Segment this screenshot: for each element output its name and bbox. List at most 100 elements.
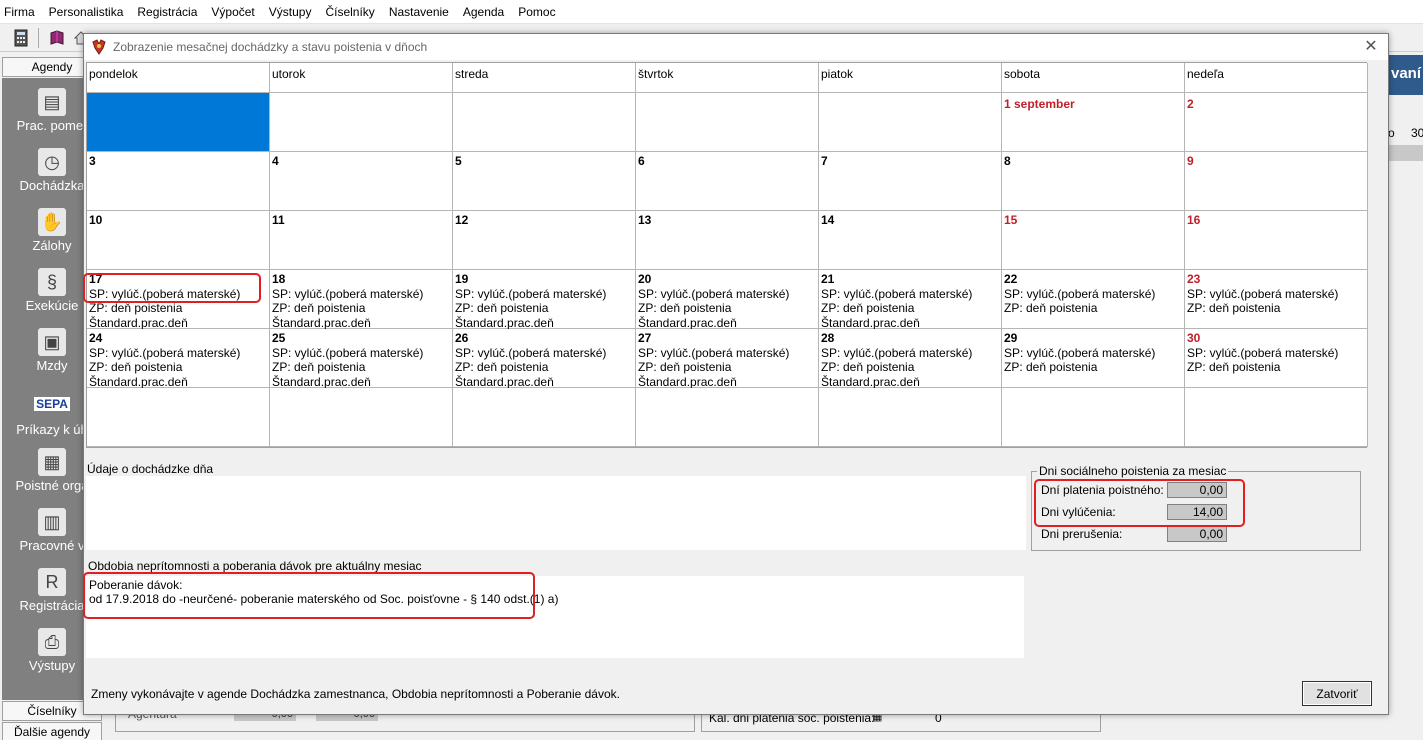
background-strip [1388, 145, 1423, 161]
day-status-line: ZP: deň poistenia [821, 301, 915, 315]
sepa-badge: SEPA [34, 397, 70, 411]
menu-item-2[interactable]: Registrácia [137, 5, 197, 19]
calendar-day-cell[interactable]: 3 [87, 152, 270, 211]
close-icon[interactable]: ✕ [1362, 37, 1380, 55]
calendar-day-cell[interactable] [819, 93, 1002, 152]
calendar-day-cell[interactable]: 8 [1002, 152, 1185, 211]
day-number: 3 [89, 154, 96, 168]
background-header: vaní [1388, 55, 1423, 95]
calendar-day-cell[interactable] [819, 388, 1002, 447]
calendar-day-cell[interactable]: 9 [1185, 152, 1368, 211]
menu-item-3[interactable]: Výpočet [211, 5, 254, 19]
day-status-line: ZP: deň poistenia [821, 360, 915, 374]
calendar-day-cell[interactable]: 4 [270, 152, 453, 211]
calendar-day-cell[interactable]: 27 SP: vylúč.(poberá materské) ZP: deň poi… [636, 329, 819, 389]
calendar-day-cell[interactable]: 30 SP: vylúč.(poberá materské) ZP: deň poi… [1185, 329, 1368, 388]
calendar-day-cell[interactable] [87, 388, 270, 447]
calendar-day-cell[interactable]: 29 SP: vylúč.(poberá materské) ZP: deň poi… [1002, 329, 1185, 388]
work-icon: ▥ [38, 508, 66, 536]
day-number: 9 [1187, 154, 1194, 168]
day-status-line: SP: vylúč.(poberá materské) [638, 286, 790, 301]
calendar-day-cell[interactable]: 13 [636, 211, 819, 270]
calendar-day-cell[interactable]: 16 [1185, 211, 1368, 270]
menu-item-7[interactable]: Agenda [463, 5, 504, 19]
menu-item-4[interactable]: Výstupy [269, 5, 312, 19]
day-number: 2 [1187, 97, 1194, 111]
calendar-day-cell[interactable] [1185, 388, 1368, 447]
day-number: 22 [1004, 272, 1018, 286]
execution-icon: § [38, 268, 66, 296]
weekday-header: streda [453, 63, 636, 93]
day-status-line: ZP: deň poistenia [638, 360, 732, 374]
sidebar: Agendy ▤ Prac. pomer ◷ Dochádzka ✋ Zálohy § Exe… [0, 52, 102, 740]
menu-item-0[interactable]: Firma [4, 5, 35, 19]
day-number: 19 [455, 272, 469, 286]
calendar-day-cell[interactable]: 22 SP: vylúč.(poberá materské) ZP: deň poi… [1002, 270, 1185, 329]
menu-item-8[interactable]: Pomoc [518, 5, 555, 19]
calendar-day-cell[interactable]: 2 [1185, 93, 1368, 152]
day-number: 20 [638, 272, 652, 286]
day-status-line: ZP: deň poistenia [638, 301, 732, 315]
day-status-line: Štandard.prac.deň [272, 374, 371, 389]
registration-icon: R [38, 568, 66, 596]
calendar-day-cell[interactable]: 26 SP: vylúč.(poberá materské) ZP: deň poi… [453, 329, 636, 389]
calendar-day-cell[interactable]: 5 [453, 152, 636, 211]
day-status-line: Štandard.prac.deň [89, 315, 188, 330]
calculator-icon[interactable] [10, 27, 32, 49]
calendar-day-cell[interactable] [636, 93, 819, 152]
day-number: 4 [272, 154, 279, 168]
menu-item-5[interactable]: Číselníky [325, 5, 374, 19]
menu-item-1[interactable]: Personalistika [49, 5, 124, 19]
calendar-day-cell[interactable]: 21 SP: vylúč.(poberá materské) ZP: deň poi… [819, 270, 1002, 330]
month-calendar: pondelok utorok streda štvrtok piatok sobota n… [86, 62, 1368, 448]
day-number: 7 [821, 154, 828, 168]
day-status-line: ZP: deň poistenia [1004, 301, 1098, 315]
calendar-day-cell[interactable]: 18 SP: vylúč.(poberá materské) ZP: deň poi… [270, 270, 453, 330]
day-number: 8 [1004, 154, 1011, 168]
calendar-day-cell[interactable]: 19 SP: vylúč.(poberá materské) ZP: deň poi… [453, 270, 636, 330]
calendar-day-cell[interactable]: 14 [819, 211, 1002, 270]
calendar-day-cell[interactable]: 12 [453, 211, 636, 270]
menu-item-6[interactable]: Nastavenie [389, 5, 449, 19]
day-status-line: Štandard.prac.deň [638, 315, 737, 330]
calendar-day-cell[interactable]: 23 SP: vylúč.(poberá materské) ZP: deň poi… [1185, 270, 1368, 329]
calendar-day-cell[interactable] [1002, 388, 1185, 447]
book-icon[interactable] [46, 27, 68, 49]
calendar-day-cell[interactable] [636, 388, 819, 447]
calendar-day-cell[interactable]: 28 SP: vylúč.(poberá materské) ZP: deň poi… [819, 329, 1002, 389]
calendar-day-cell[interactable]: 10 [87, 211, 270, 270]
close-button[interactable]: Zatvoriť [1302, 681, 1372, 706]
day-number: 15 [1004, 213, 1018, 227]
dialog-titlebar[interactable]: Zobrazenie mesačnej dochádzky a stavu po… [84, 34, 1388, 60]
day-number: 26 [455, 331, 469, 345]
attendance-dialog: Zobrazenie mesačnej dochádzky a stavu po… [83, 33, 1389, 715]
day-number: 1 september [1004, 97, 1075, 111]
calendar-day-cell[interactable]: 11 [270, 211, 453, 270]
close-button-label: Zatvoriť [1316, 686, 1358, 701]
day-number: 25 [272, 331, 286, 345]
calendar-day-cell[interactable]: 15 [1002, 211, 1185, 270]
calendar-day-cell[interactable]: 1 september [1002, 93, 1185, 152]
day-status-line: ZP: deň poistenia [272, 360, 366, 374]
attendance-icon: ◷ [38, 148, 66, 176]
calendar-day-cell[interactable]: 7 [819, 152, 1002, 211]
day-status-line: SP: vylúč.(poberá materské) [1004, 345, 1156, 360]
calendar-day-cell[interactable] [453, 388, 636, 447]
day-status-line: Štandard.prac.deň [89, 374, 188, 389]
day-number: 28 [821, 331, 835, 345]
sidebar-dalsie-agendy-button[interactable]: Ďalšie agendy [2, 722, 102, 740]
calendar-day-cell[interactable]: 20 SP: vylúč.(poberá materské) ZP: deň poi… [636, 270, 819, 330]
day-status-line: SP: vylúč.(poberá materské) [455, 345, 607, 360]
calendar-day-cell[interactable] [270, 388, 453, 447]
calendar-day-cell[interactable] [270, 93, 453, 152]
day-status-line: ZP: deň poistenia [1004, 360, 1098, 374]
calendar-day-cell[interactable]: 25 SP: vylúč.(poberá materské) ZP: deň poi… [270, 329, 453, 389]
day-status-line: SP: vylúč.(poberá materské) [1004, 286, 1156, 301]
calendar-day-cell[interactable]: 6 [636, 152, 819, 211]
calendar-day-cell[interactable] [453, 93, 636, 152]
menubar: Firma Personalistika Registrácia Výpočet Výs… [0, 0, 1423, 24]
calendar-day-cell[interactable] [87, 93, 270, 152]
wages-icon: ▣ [38, 328, 66, 356]
calendar-day-cell[interactable]: 24 SP: vylúč.(poberá materské) ZP: deň poi… [87, 329, 270, 389]
sepa-icon: SEPA [34, 388, 70, 420]
